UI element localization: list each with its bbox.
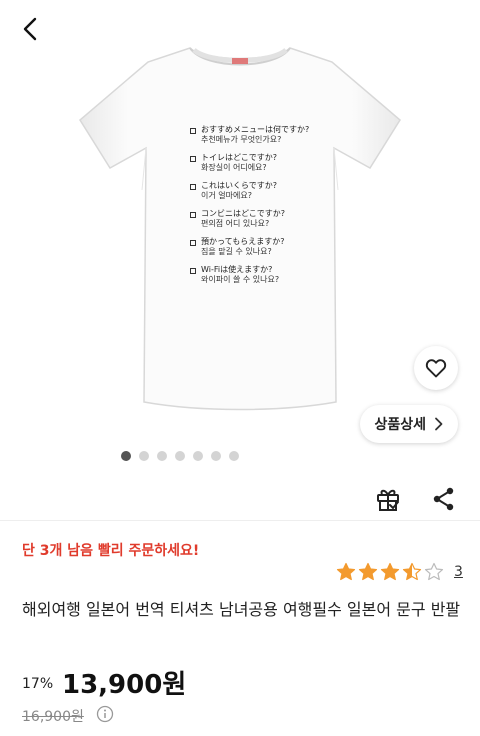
- print-item-korean: 이거 얼마에요?: [201, 191, 252, 200]
- back-button[interactable]: [14, 12, 48, 46]
- review-count-link[interactable]: 3: [454, 564, 463, 580]
- print-item-korean: 추천메뉴가 무엇인가요?: [201, 135, 282, 144]
- carousel-dot[interactable]: [157, 451, 167, 461]
- discount-rate: 17%: [22, 676, 54, 692]
- gift-icon[interactable]: [372, 483, 404, 515]
- star-icon: [402, 562, 422, 581]
- checkbox-square-icon: [190, 268, 196, 274]
- print-item-korean: 짐을 맡길 수 있나요?: [201, 247, 272, 256]
- product-title: 해외여행 일본어 번역 티셔츠 남녀공용 여행필수 일본어 문구 반팔: [22, 600, 461, 619]
- carousel-dot[interactable]: [139, 451, 149, 461]
- product-detail-label: 상품상세: [374, 417, 426, 433]
- carousel-dot[interactable]: [229, 451, 239, 461]
- print-item: おすすめメニューは何ですか? 추천메뉴가 무엇인가요?: [190, 125, 340, 145]
- print-item-korean: 편의점 어디 있나요?: [201, 219, 270, 228]
- star-icon: [380, 562, 400, 581]
- print-item-korean: 화장실이 어디에요?: [201, 163, 267, 172]
- shirt-print-text: おすすめメニューは何ですか? 추천메뉴가 무엇인가요? トイレはどこですか? 화장실이…: [190, 125, 340, 293]
- divider: [0, 520, 480, 521]
- print-item-japanese: Wi-Fiは使えますか?: [201, 265, 273, 274]
- print-item-japanese: これはいくらですか?: [201, 181, 278, 190]
- product-detail-button[interactable]: 상품상세: [360, 405, 458, 443]
- checkbox-square-icon: [190, 212, 196, 218]
- original-price: 16,900원: [22, 709, 84, 725]
- print-item-japanese: コンビニはどこですか?: [201, 209, 286, 218]
- share-icon[interactable]: [428, 483, 460, 515]
- print-item-korean: 와이파이 쓸 수 있나요?: [201, 275, 280, 284]
- carousel-dot[interactable]: [193, 451, 203, 461]
- print-item-japanese: トイレはどこですか?: [201, 153, 278, 162]
- checkbox-square-icon: [190, 240, 196, 246]
- like-button[interactable]: [414, 346, 458, 390]
- product-image-area[interactable]: おすすめメニューは何ですか? 추천메뉴가 무엇인가요? トイレはどこですか? 화장실이…: [0, 0, 480, 440]
- print-item: トイレはどこですか? 화장실이 어디에요?: [190, 153, 340, 173]
- checkbox-square-icon: [190, 128, 196, 134]
- info-icon[interactable]: [96, 705, 114, 723]
- carousel-indicator: [0, 451, 420, 461]
- star-icon: [336, 562, 356, 581]
- star-icon: [424, 562, 444, 581]
- print-item: コンビニはどこですか? 편의점 어디 있나요?: [190, 209, 340, 229]
- carousel-dot[interactable]: [175, 451, 185, 461]
- checkbox-square-icon: [190, 156, 196, 162]
- carousel-dot[interactable]: [211, 451, 221, 461]
- rating-stars: [336, 562, 444, 582]
- chevron-right-icon: [435, 417, 443, 431]
- print-item: Wi-Fiは使えますか? 와이파이 쓸 수 있나요?: [190, 265, 340, 285]
- print-item: 預かってもらえますか? 짐을 맡길 수 있나요?: [190, 237, 340, 257]
- sale-price: 13,900원: [62, 670, 187, 700]
- checkbox-square-icon: [190, 184, 196, 190]
- print-item: これはいくらですか? 이거 얼마에요?: [190, 181, 340, 201]
- print-item-japanese: 預かってもらえますか?: [201, 237, 285, 246]
- carousel-dot[interactable]: [121, 451, 131, 461]
- heart-icon: [425, 359, 447, 378]
- low-stock-message: 단 3개 남음 빨리 주문하세요!: [22, 543, 200, 559]
- print-item-japanese: おすすめメニューは何ですか?: [201, 125, 310, 134]
- star-icon: [358, 562, 378, 581]
- rating[interactable]: 3: [336, 562, 463, 582]
